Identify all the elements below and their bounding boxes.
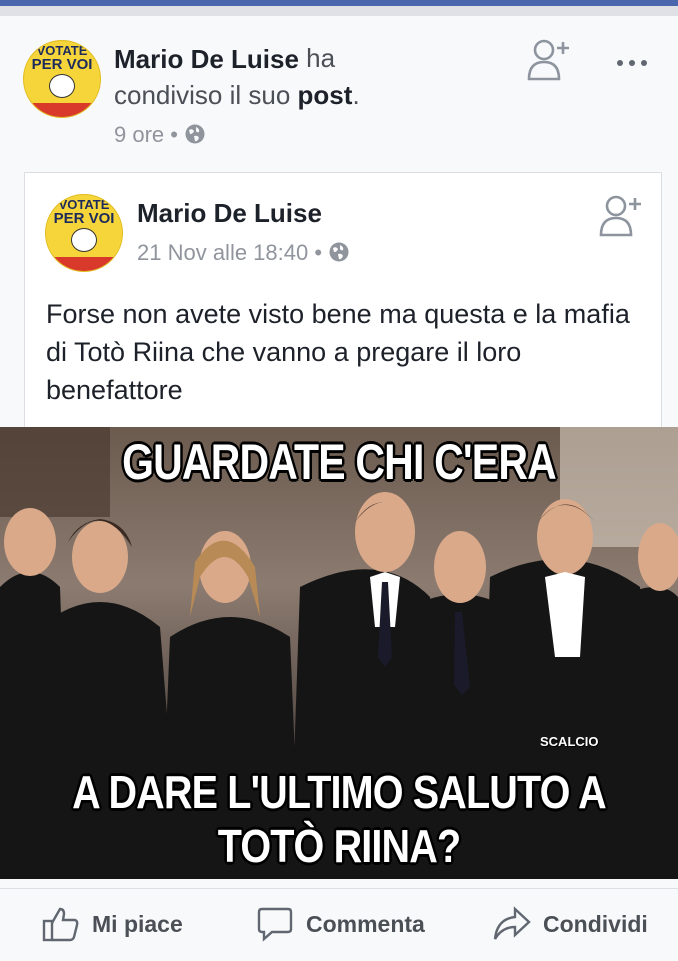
- share-headline: Mario De Luise ha condiviso il suo post.: [114, 40, 534, 114]
- meta-separator: •: [170, 122, 178, 147]
- action-bar: Mi piace Commenta Condividi: [0, 888, 678, 961]
- add-friend-icon[interactable]: [598, 192, 644, 243]
- share-action-line2: condiviso il suo: [114, 80, 291, 110]
- post-timestamp[interactable]: 21 Nov alle 18:40: [137, 240, 308, 265]
- watermark-text: SCALCIO: [540, 734, 599, 749]
- meme-bottom-caption-2: TOTÒ RIINA?: [217, 820, 461, 872]
- post-text: Forse non avete visto bene ma questa e l…: [46, 299, 630, 405]
- like-label: Mi piace: [92, 911, 183, 937]
- share-arrow-icon: [493, 906, 531, 940]
- share-action-end: .: [352, 80, 360, 110]
- sharer-avatar[interactable]: VOTATE PER VOI: [23, 40, 101, 118]
- meta-separator: •: [314, 240, 323, 265]
- add-friend-icon[interactable]: [526, 36, 572, 87]
- share-label: Condividi: [543, 911, 648, 937]
- more-options-icon[interactable]: [616, 54, 648, 72]
- author-avatar[interactable]: VOTATE PER VOI: [45, 194, 123, 272]
- post-image[interactable]: GUARDATE CHI C'ERA SCALCIO A DARE L'ULTI…: [0, 427, 678, 879]
- thumbs-up-icon: [42, 907, 79, 942]
- meme-bottom-caption-1: A DARE L'ULTIMO SALUTO A: [72, 766, 607, 818]
- comment-label: Commenta: [306, 911, 425, 937]
- share-meta: 9 ore •: [114, 122, 206, 151]
- public-globe-icon: [328, 241, 350, 269]
- meme-top-caption: GUARDATE CHI C'ERA: [122, 434, 557, 490]
- share-action-prefix: ha: [306, 43, 336, 73]
- public-globe-icon: [184, 123, 206, 151]
- share-time[interactable]: 9 ore: [114, 122, 164, 147]
- author-name[interactable]: Mario De Luise: [137, 198, 322, 229]
- author-meta: 21 Nov alle 18:40 •: [137, 240, 350, 269]
- comment-bubble-icon: [257, 907, 293, 942]
- share-post-link[interactable]: post: [298, 80, 353, 110]
- feed-separator: [0, 6, 678, 16]
